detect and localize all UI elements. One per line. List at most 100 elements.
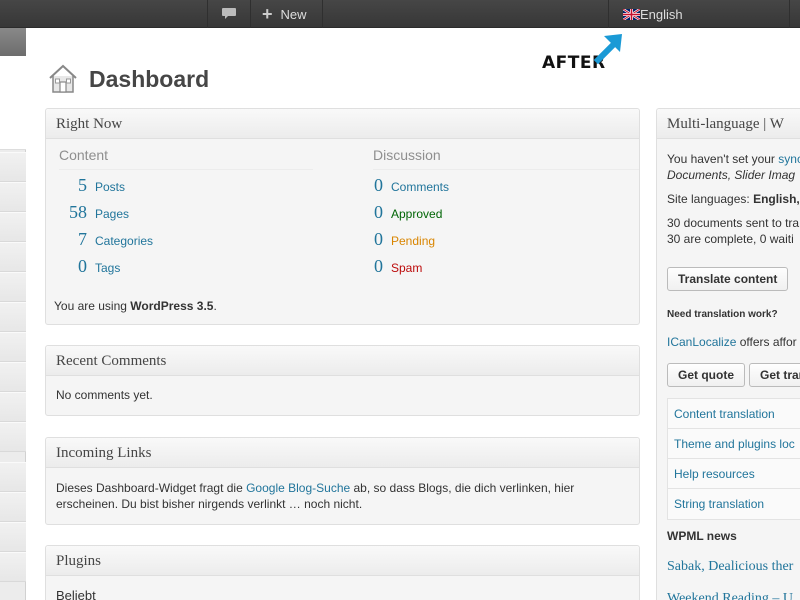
menu-item[interactable] bbox=[0, 392, 26, 422]
right-now-widget: Right Now Content Discussion 5 Posts 58 … bbox=[45, 108, 640, 325]
adminbar-new-label: New bbox=[280, 6, 307, 22]
recent-comments-body: No comments yet. bbox=[56, 388, 153, 402]
page-header: Dashboard bbox=[47, 62, 209, 96]
page-title: Dashboard bbox=[89, 65, 210, 92]
comments-link[interactable]: Comments bbox=[391, 180, 449, 194]
content-translation-link[interactable]: Content translation bbox=[674, 407, 775, 421]
site-languages-label: Site languages: bbox=[667, 192, 754, 206]
posts-link[interactable]: Posts bbox=[95, 180, 125, 194]
wpml-news-heading: WPML news bbox=[667, 529, 737, 543]
discussion-row-spam[interactable]: 0 Spam bbox=[373, 256, 422, 277]
menu-item[interactable] bbox=[0, 302, 26, 332]
site-languages: Site languages: English, bbox=[667, 191, 800, 207]
theme-plugins-localization-link[interactable]: Theme and plugins loc bbox=[674, 437, 795, 451]
incoming-links-text: erscheinen. Du bist bisher nirgends verl… bbox=[56, 497, 363, 511]
adminbar-separator bbox=[322, 0, 323, 28]
get-quote-button[interactable]: Get quote bbox=[667, 363, 745, 387]
multilanguage-title[interactable]: Multi-language | W bbox=[657, 109, 800, 139]
get-translation-button[interactable]: Get tran bbox=[749, 363, 800, 387]
spam-count[interactable]: 0 bbox=[373, 256, 383, 277]
adminbar-new[interactable]: + New bbox=[250, 0, 322, 28]
menu-item[interactable] bbox=[0, 522, 26, 552]
google-blog-search-link[interactable]: Google Blog-Suche bbox=[246, 481, 350, 495]
plugins-title[interactable]: Plugins bbox=[46, 546, 639, 576]
categories-count[interactable]: 7 bbox=[54, 229, 87, 250]
incoming-links-text: Dieses Dashboard-Widget fragt die bbox=[56, 481, 247, 495]
annotation-arrow-icon bbox=[593, 34, 622, 64]
translate-content-button[interactable]: Translate content bbox=[667, 267, 789, 291]
content-row-categories[interactable]: 7 Categories bbox=[54, 229, 153, 250]
translation-status: 30 documents sent to tra 30 are complete… bbox=[667, 215, 800, 247]
version-suffix: . bbox=[213, 299, 217, 313]
approved-count[interactable]: 0 bbox=[373, 202, 383, 223]
wpml-links-list: Content translation Theme and plugins lo… bbox=[667, 398, 800, 520]
spam-link[interactable]: Spam bbox=[391, 261, 422, 275]
menu-item[interactable] bbox=[0, 182, 26, 212]
sync-link[interactable]: sync bbox=[778, 152, 800, 166]
admin-bar: + New English bbox=[0, 0, 800, 28]
list-item[interactable]: Content translation bbox=[668, 399, 800, 429]
posts-count[interactable]: 5 bbox=[54, 175, 87, 196]
list-item[interactable]: Theme and plugins loc bbox=[668, 429, 800, 459]
menu-item[interactable] bbox=[0, 462, 26, 492]
need-translation-heading: Need translation work? bbox=[667, 309, 778, 320]
menu-item[interactable] bbox=[0, 332, 26, 362]
content-row-pages[interactable]: 58 Pages bbox=[54, 202, 129, 223]
right-now-title[interactable]: Right Now bbox=[46, 109, 639, 139]
comments-count[interactable]: 0 bbox=[373, 175, 383, 196]
wpml-news-item[interactable]: Weekend Reading – U bbox=[667, 591, 793, 600]
translation-status-line: 30 are complete, 0 waiti bbox=[667, 232, 794, 246]
approved-link[interactable]: Approved bbox=[391, 207, 442, 221]
menu-item[interactable] bbox=[0, 242, 26, 272]
plus-icon: + bbox=[262, 4, 273, 24]
recent-comments-widget: Recent Comments No comments yet. bbox=[45, 345, 640, 416]
adminbar-language-label: English bbox=[640, 6, 683, 22]
content-row-posts[interactable]: 5 Posts bbox=[54, 175, 125, 196]
menu-item[interactable] bbox=[0, 362, 26, 392]
pages-count[interactable]: 58 bbox=[54, 202, 87, 223]
menu-item[interactable] bbox=[0, 152, 26, 182]
adminbar-language-switcher[interactable]: English bbox=[609, 0, 789, 28]
menu-item[interactable] bbox=[0, 552, 26, 582]
incoming-links-widget: Incoming Links Dieses Dashboard-Widget f… bbox=[45, 437, 640, 525]
recent-comments-title[interactable]: Recent Comments bbox=[46, 346, 639, 376]
menu-item-dashboard-current[interactable] bbox=[0, 28, 26, 56]
comment-bubble-icon bbox=[222, 8, 236, 19]
list-item[interactable]: String translation bbox=[668, 489, 800, 519]
uk-flag-icon bbox=[623, 8, 640, 20]
menu-item[interactable] bbox=[0, 492, 26, 522]
news-link[interactable]: Sabak, Dealicious ther bbox=[667, 559, 793, 574]
tags-link[interactable]: Tags bbox=[95, 261, 120, 275]
tags-count[interactable]: 0 bbox=[54, 256, 87, 277]
icanlocalize-text: offers affor bbox=[736, 335, 797, 349]
menu-item[interactable] bbox=[0, 272, 26, 302]
adminbar-comments[interactable] bbox=[208, 0, 250, 28]
sync-notice-items: Documents, Slider Imag bbox=[667, 168, 796, 182]
discussion-row-comments[interactable]: 0 Comments bbox=[373, 175, 449, 196]
translation-status-line: 30 documents sent to tra bbox=[667, 216, 800, 230]
list-item[interactable]: Help resources bbox=[668, 459, 800, 489]
icanlocalize-link[interactable]: ICanLocalize bbox=[667, 335, 736, 349]
incoming-links-title[interactable]: Incoming Links bbox=[46, 438, 639, 468]
string-translation-link[interactable]: String translation bbox=[674, 497, 764, 511]
content-heading: Content bbox=[59, 147, 313, 170]
discussion-row-pending[interactable]: 0 Pending bbox=[373, 229, 435, 250]
adminbar-separator bbox=[789, 0, 790, 28]
pending-count[interactable]: 0 bbox=[373, 229, 383, 250]
multilanguage-body: You haven't set your sync Documents, Sli… bbox=[657, 139, 800, 265]
categories-link[interactable]: Categories bbox=[95, 234, 153, 248]
pages-link[interactable]: Pages bbox=[95, 207, 129, 221]
version-prefix: You are using bbox=[54, 299, 131, 313]
menu-submenu-area bbox=[0, 56, 26, 150]
discussion-row-approved[interactable]: 0 Approved bbox=[373, 202, 442, 223]
menu-item[interactable] bbox=[0, 212, 26, 242]
site-languages-value: English, bbox=[753, 192, 800, 206]
sync-notice: You haven't set your sync Documents, Sli… bbox=[667, 151, 800, 183]
menu-item[interactable] bbox=[0, 422, 26, 452]
help-resources-link[interactable]: Help resources bbox=[674, 467, 755, 481]
pending-link[interactable]: Pending bbox=[391, 234, 435, 248]
news-link[interactable]: Weekend Reading – U bbox=[667, 591, 793, 600]
wpml-news-item[interactable]: Sabak, Dealicious ther bbox=[667, 559, 793, 575]
content-row-tags[interactable]: 0 Tags bbox=[54, 256, 120, 277]
sync-notice-text: You haven't set your bbox=[667, 152, 779, 166]
